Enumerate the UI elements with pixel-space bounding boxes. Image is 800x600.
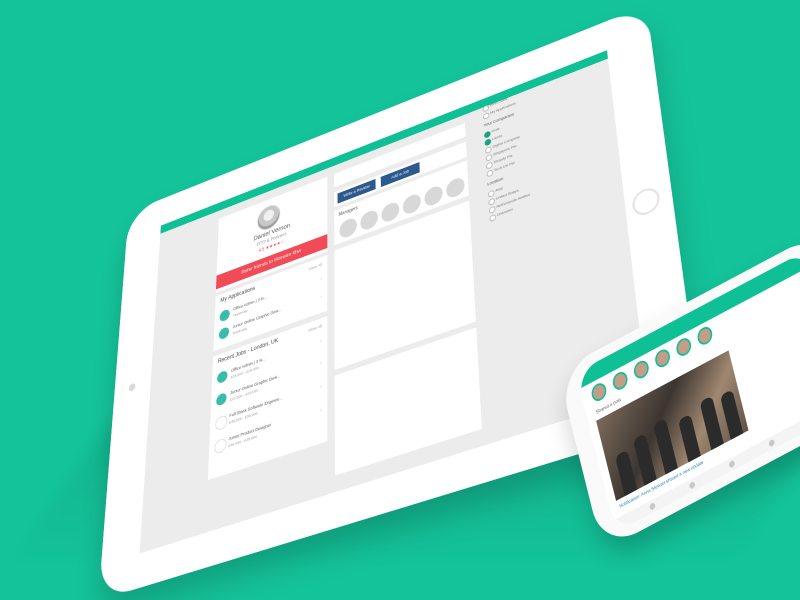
- person-silhouette: [614, 449, 638, 497]
- checkbox-icon[interactable]: [486, 169, 494, 178]
- managers-title: Managers: [338, 205, 358, 218]
- chevron-right-icon: ›: [320, 294, 323, 301]
- story-avatar[interactable]: [589, 380, 609, 404]
- company-logo-icon: [216, 391, 227, 407]
- filter-label: Asia: [495, 185, 503, 193]
- person-silhouette: [699, 395, 724, 451]
- jobs-icon[interactable]: [728, 459, 736, 469]
- story-avatar[interactable]: [695, 324, 714, 348]
- manager-avatar[interactable]: [445, 175, 466, 200]
- story-avatar[interactable]: [653, 346, 672, 371]
- company-logo-icon: [218, 326, 230, 341]
- filter-panel: Hired Jobs My Applications Your Companie…: [482, 62, 607, 227]
- person-silhouette: [719, 389, 744, 440]
- chevron-right-icon: ›: [320, 360, 322, 368]
- company-logo-icon: [215, 414, 228, 432]
- messages-icon[interactable]: [768, 438, 776, 448]
- checkbox-icon[interactable]: [482, 111, 490, 121]
- phone-header: [576, 249, 800, 389]
- checkbox-icon[interactable]: [489, 213, 497, 223]
- manager-avatar[interactable]: [381, 200, 400, 225]
- person-silhouette: [632, 433, 657, 486]
- chevron-right-icon: ›: [320, 338, 322, 345]
- recent-jobs-view-all[interactable]: View All: [308, 323, 322, 333]
- person-silhouette: [653, 417, 678, 475]
- manager-avatar[interactable]: [360, 208, 379, 233]
- home-icon[interactable]: [649, 501, 656, 511]
- my-applications-view-all[interactable]: View All: [308, 262, 322, 271]
- left-column: Daniel Vernon OTO & Partners 4.5 ★★★★☆ R…: [206, 176, 328, 521]
- company-logo-icon: [219, 308, 230, 323]
- person-silhouette: [678, 413, 701, 463]
- filter-label: Grab: [491, 126, 500, 134]
- manager-avatar[interactable]: [424, 183, 443, 209]
- phone-device: Shared a post Notification: Anna Stewart…: [520, 210, 800, 552]
- company-logo-icon: [216, 369, 228, 385]
- story-avatar[interactable]: [632, 357, 651, 382]
- search-icon[interactable]: [688, 480, 696, 490]
- manager-avatar[interactable]: [339, 216, 357, 240]
- chevron-right-icon: ›: [319, 383, 322, 391]
- chevron-right-icon: ›: [320, 276, 323, 283]
- tablet-camera: [128, 382, 136, 393]
- manager-avatar[interactable]: [402, 192, 422, 217]
- chevron-right-icon: ›: [319, 407, 322, 414]
- company-logo-icon: [214, 437, 227, 455]
- story-avatar[interactable]: [611, 369, 630, 393]
- story-avatar[interactable]: [674, 335, 693, 359]
